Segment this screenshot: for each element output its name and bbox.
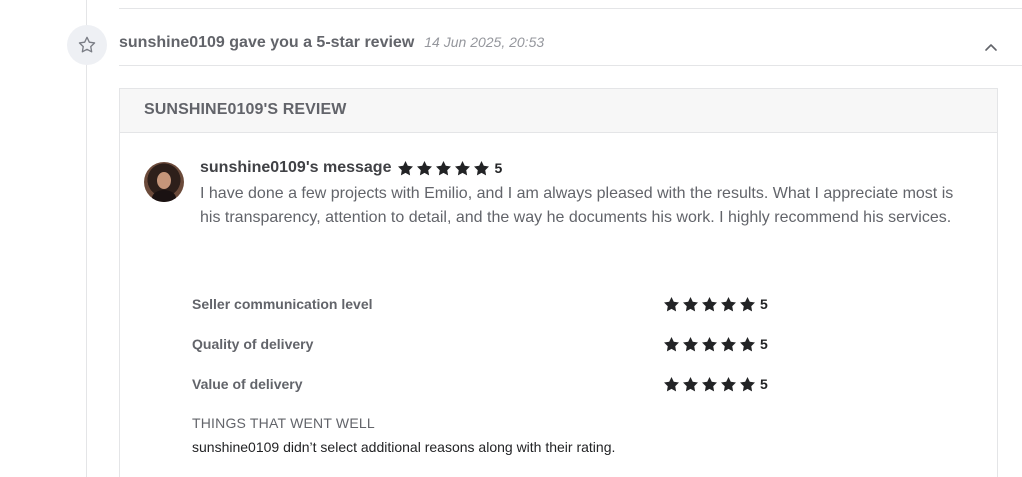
went-well-title: THINGS THAT WENT WELL — [192, 415, 375, 431]
divider — [119, 8, 1022, 9]
avatar — [144, 162, 184, 202]
star-icon — [663, 296, 680, 313]
star-icon — [397, 160, 414, 177]
star-icon — [739, 376, 756, 393]
rating-label: Value of delivery — [192, 376, 303, 392]
avatar-face — [157, 172, 171, 189]
star-outline-icon — [67, 25, 107, 65]
message-head: sunshine0109's message 5 — [200, 157, 960, 179]
star-icon — [454, 160, 471, 177]
star-icon — [682, 336, 699, 353]
star-rating — [663, 336, 758, 353]
star-icon — [720, 296, 737, 313]
overall-star-rating — [397, 160, 492, 177]
rating-breakdown: Seller communication level 5 Quality of … — [192, 284, 792, 404]
star-icon — [701, 336, 718, 353]
star-icon — [739, 336, 756, 353]
star-icon — [663, 376, 680, 393]
star-icon — [701, 296, 718, 313]
star-rating — [663, 296, 758, 313]
things-went-well: THINGS THAT WENT WELL sunshine0109 didn’… — [192, 415, 615, 455]
message-text: I have done a few projects with Emilio, … — [200, 185, 954, 226]
event-header: sunshine0109 gave you a 5-star review 14… — [119, 34, 544, 52]
star-icon — [663, 336, 680, 353]
rating-value: 5 — [760, 296, 768, 312]
rating-row: Seller communication level 5 — [192, 284, 792, 324]
rating-row: Quality of delivery 5 — [192, 324, 792, 364]
star-icon — [416, 160, 433, 177]
review-message: sunshine0109's message 5 I have done a f… — [200, 157, 960, 230]
rating-value: 5 — [760, 336, 768, 352]
review-card-header: SUNSHINE0109'S REVIEW — [120, 89, 997, 133]
rating-label: Quality of delivery — [192, 336, 314, 352]
star-rating — [663, 376, 758, 393]
event-timestamp: 14 Jun 2025, 20:53 — [424, 34, 545, 50]
overall-rating-value: 5 — [494, 160, 503, 176]
star-icon — [473, 160, 490, 177]
event-title: sunshine0109 gave you a 5-star review — [119, 34, 415, 51]
message-author: sunshine0109's message — [200, 159, 392, 176]
star-icon — [682, 296, 699, 313]
star-icon — [720, 376, 737, 393]
star-icon — [720, 336, 737, 353]
review-card: SUNSHINE0109'S REVIEW sunshine0109's mes… — [119, 88, 998, 477]
avatar-body — [152, 190, 176, 202]
went-well-text: sunshine0109 didn’t select additional re… — [192, 439, 616, 455]
chevron-up-icon[interactable] — [984, 40, 998, 54]
review-card-title: SUNSHINE0109'S REVIEW — [144, 101, 347, 118]
rating-row: Value of delivery 5 — [192, 364, 792, 404]
divider — [119, 65, 1022, 66]
rating-value: 5 — [760, 376, 768, 392]
star-icon — [701, 376, 718, 393]
rating-label: Seller communication level — [192, 296, 373, 312]
star-icon — [739, 296, 756, 313]
star-icon — [682, 376, 699, 393]
timeline-line — [86, 0, 87, 477]
star-icon — [435, 160, 452, 177]
